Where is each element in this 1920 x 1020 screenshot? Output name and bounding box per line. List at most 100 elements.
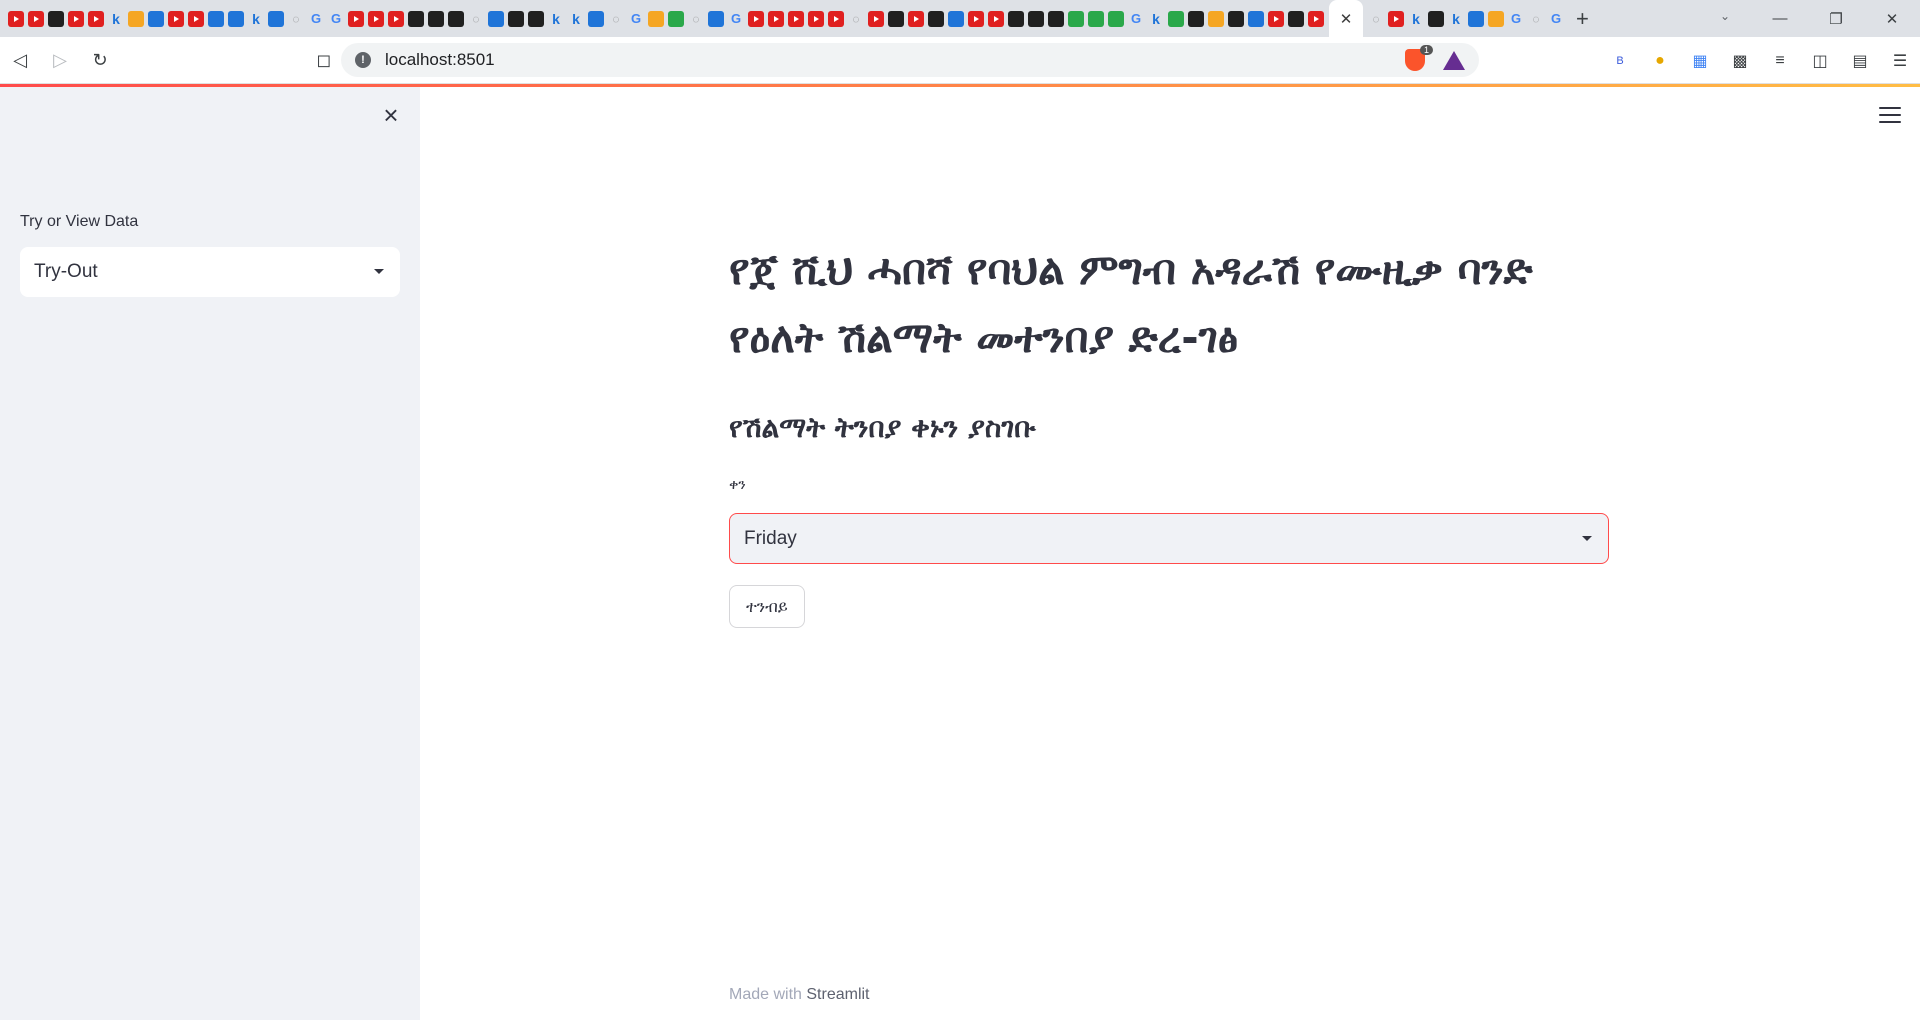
tab-favicon-icon[interactable] [1268, 10, 1284, 27]
wallet-icon[interactable]: ▤ [1840, 41, 1880, 81]
tab-favicon-icon[interactable]: G [1508, 11, 1524, 27]
tab-favicon-icon[interactable] [208, 10, 224, 27]
tab-favicon-icon[interactable] [648, 10, 664, 27]
close-window-icon[interactable]: ✕ [1864, 10, 1920, 28]
tab-favicon-icon[interactable] [808, 10, 824, 27]
new-tab-icon[interactable]: + [1576, 6, 1589, 32]
bookmark-icon[interactable]: ◻ [304, 40, 344, 80]
tab-favicon-icon[interactable] [188, 10, 204, 27]
tab-favicon-icon[interactable] [368, 10, 384, 27]
tab-favicon-icon[interactable] [1208, 10, 1224, 27]
tab-favicon-icon[interactable]: k [568, 11, 584, 27]
tab-favicon-icon[interactable]: G [1548, 11, 1564, 27]
extension-icon[interactable]: ● [1640, 41, 1680, 81]
tab-favicon-icon[interactable]: k [248, 11, 264, 27]
tab-favicon-icon[interactable] [1188, 10, 1204, 27]
tab-search-chevron-icon[interactable]: ⌄ [1720, 9, 1730, 23]
brave-rewards-icon[interactable] [1443, 50, 1465, 70]
tab-favicon-icon[interactable]: k [1448, 11, 1464, 27]
tab-favicon-icon[interactable]: ◌ [468, 11, 484, 27]
tab-favicon-icon[interactable] [148, 10, 164, 27]
tab-favicon-icon[interactable] [708, 10, 724, 27]
tab-favicon-icon[interactable] [68, 10, 84, 27]
active-tab[interactable]: ✕ [1329, 0, 1363, 37]
tab-favicon-icon[interactable] [1008, 10, 1024, 27]
tab-favicon-icon[interactable] [908, 10, 924, 27]
address-bar[interactable]: ! localhost:8501 1 [341, 43, 1479, 77]
tab-favicon-icon[interactable] [1468, 10, 1484, 27]
brave-shields-icon[interactable]: 1 [1405, 45, 1433, 71]
predict-button[interactable]: ተንብይ [729, 585, 805, 628]
tab-favicon-icon[interactable]: ◌ [608, 11, 624, 27]
tab-favicon-icon[interactable] [1028, 10, 1044, 27]
tab-favicon-icon[interactable] [668, 10, 684, 27]
tab-favicon-icon[interactable] [28, 10, 44, 27]
tab-favicon-icon[interactable] [1308, 10, 1324, 27]
tab-favicon-icon[interactable] [8, 10, 24, 27]
minimize-icon[interactable]: — [1752, 10, 1808, 27]
tab-favicon-icon[interactable] [508, 10, 524, 27]
tab-favicon-icon[interactable] [1068, 10, 1084, 27]
forward-icon[interactable]: ▷ [40, 40, 80, 80]
puzzle-extensions-icon[interactable]: ▩ [1720, 41, 1760, 81]
tab-favicon-icon[interactable] [1228, 10, 1244, 27]
tab-favicon-icon[interactable]: ◌ [688, 11, 704, 27]
tab-favicon-icon[interactable] [488, 10, 504, 27]
tab-favicon-icon[interactable]: k [1148, 11, 1164, 27]
tab-favicon-icon[interactable]: k [1408, 11, 1424, 27]
tab-favicon-icon[interactable] [828, 10, 844, 27]
tab-favicon-icon[interactable] [968, 10, 984, 27]
tab-favicon-icon[interactable]: G [328, 11, 344, 27]
tab-favicon-icon[interactable]: ◌ [1528, 11, 1544, 27]
close-tab-icon[interactable]: ✕ [1340, 10, 1353, 28]
tab-favicon-icon[interactable] [948, 10, 964, 27]
main-menu-icon[interactable] [1879, 107, 1901, 125]
tab-favicon-icon[interactable]: ◌ [1368, 11, 1384, 27]
tab-favicon-icon[interactable] [1388, 10, 1404, 27]
translate-icon[interactable]: ▦ [1680, 41, 1720, 81]
tab-favicon-icon[interactable]: k [548, 11, 564, 27]
close-sidebar-icon[interactable]: × [378, 102, 404, 129]
tab-favicon-icon[interactable] [748, 10, 764, 27]
tab-favicon-icon[interactable] [448, 10, 464, 27]
tab-favicon-icon[interactable]: G [1128, 11, 1144, 27]
side-panel-icon[interactable]: ◫ [1800, 41, 1840, 81]
tab-favicon-icon[interactable] [228, 10, 244, 27]
tab-favicon-icon[interactable] [788, 10, 804, 27]
tab-favicon-icon[interactable]: G [308, 11, 324, 27]
tab-favicon-icon[interactable]: ◌ [848, 11, 864, 27]
media-queue-icon[interactable]: ≡ [1760, 41, 1800, 81]
tab-favicon-icon[interactable]: G [728, 11, 744, 27]
tab-favicon-icon[interactable] [1288, 10, 1304, 27]
tab-favicon-icon[interactable]: ◌ [288, 11, 304, 27]
back-icon[interactable]: ◁ [0, 40, 40, 80]
b-extension-icon[interactable]: B [1600, 41, 1640, 81]
tab-favicon-icon[interactable] [88, 10, 104, 27]
tab-favicon-icon[interactable] [528, 10, 544, 27]
tab-favicon-icon[interactable] [588, 10, 604, 27]
tab-favicon-icon[interactable] [348, 10, 364, 27]
tab-favicon-icon[interactable] [1428, 10, 1444, 27]
tab-favicon-icon[interactable]: k [108, 11, 124, 27]
day-select[interactable]: Friday [729, 513, 1609, 564]
tab-favicon-icon[interactable] [1088, 10, 1104, 27]
restore-icon[interactable]: ❐ [1808, 10, 1864, 28]
tab-favicon-icon[interactable] [1248, 10, 1264, 27]
tab-favicon-icon[interactable] [768, 10, 784, 27]
tab-favicon-icon[interactable] [1488, 10, 1504, 27]
tab-favicon-icon[interactable] [128, 10, 144, 27]
tab-favicon-icon[interactable]: G [628, 11, 644, 27]
tab-favicon-icon[interactable] [388, 10, 404, 27]
mode-select[interactable]: Try-Out [20, 247, 400, 297]
tab-favicon-icon[interactable] [868, 10, 884, 27]
streamlit-link[interactable]: Streamlit [806, 986, 869, 1003]
tab-favicon-icon[interactable] [48, 10, 64, 27]
tab-favicon-icon[interactable] [988, 10, 1004, 27]
tab-favicon-icon[interactable] [168, 10, 184, 27]
site-info-icon[interactable]: ! [355, 52, 371, 68]
tab-favicon-icon[interactable] [1048, 10, 1064, 27]
tab-favicon-icon[interactable] [1108, 10, 1124, 27]
tab-favicon-icon[interactable] [268, 10, 284, 27]
tab-favicon-icon[interactable] [888, 10, 904, 27]
reload-icon[interactable]: ↻ [80, 40, 120, 80]
